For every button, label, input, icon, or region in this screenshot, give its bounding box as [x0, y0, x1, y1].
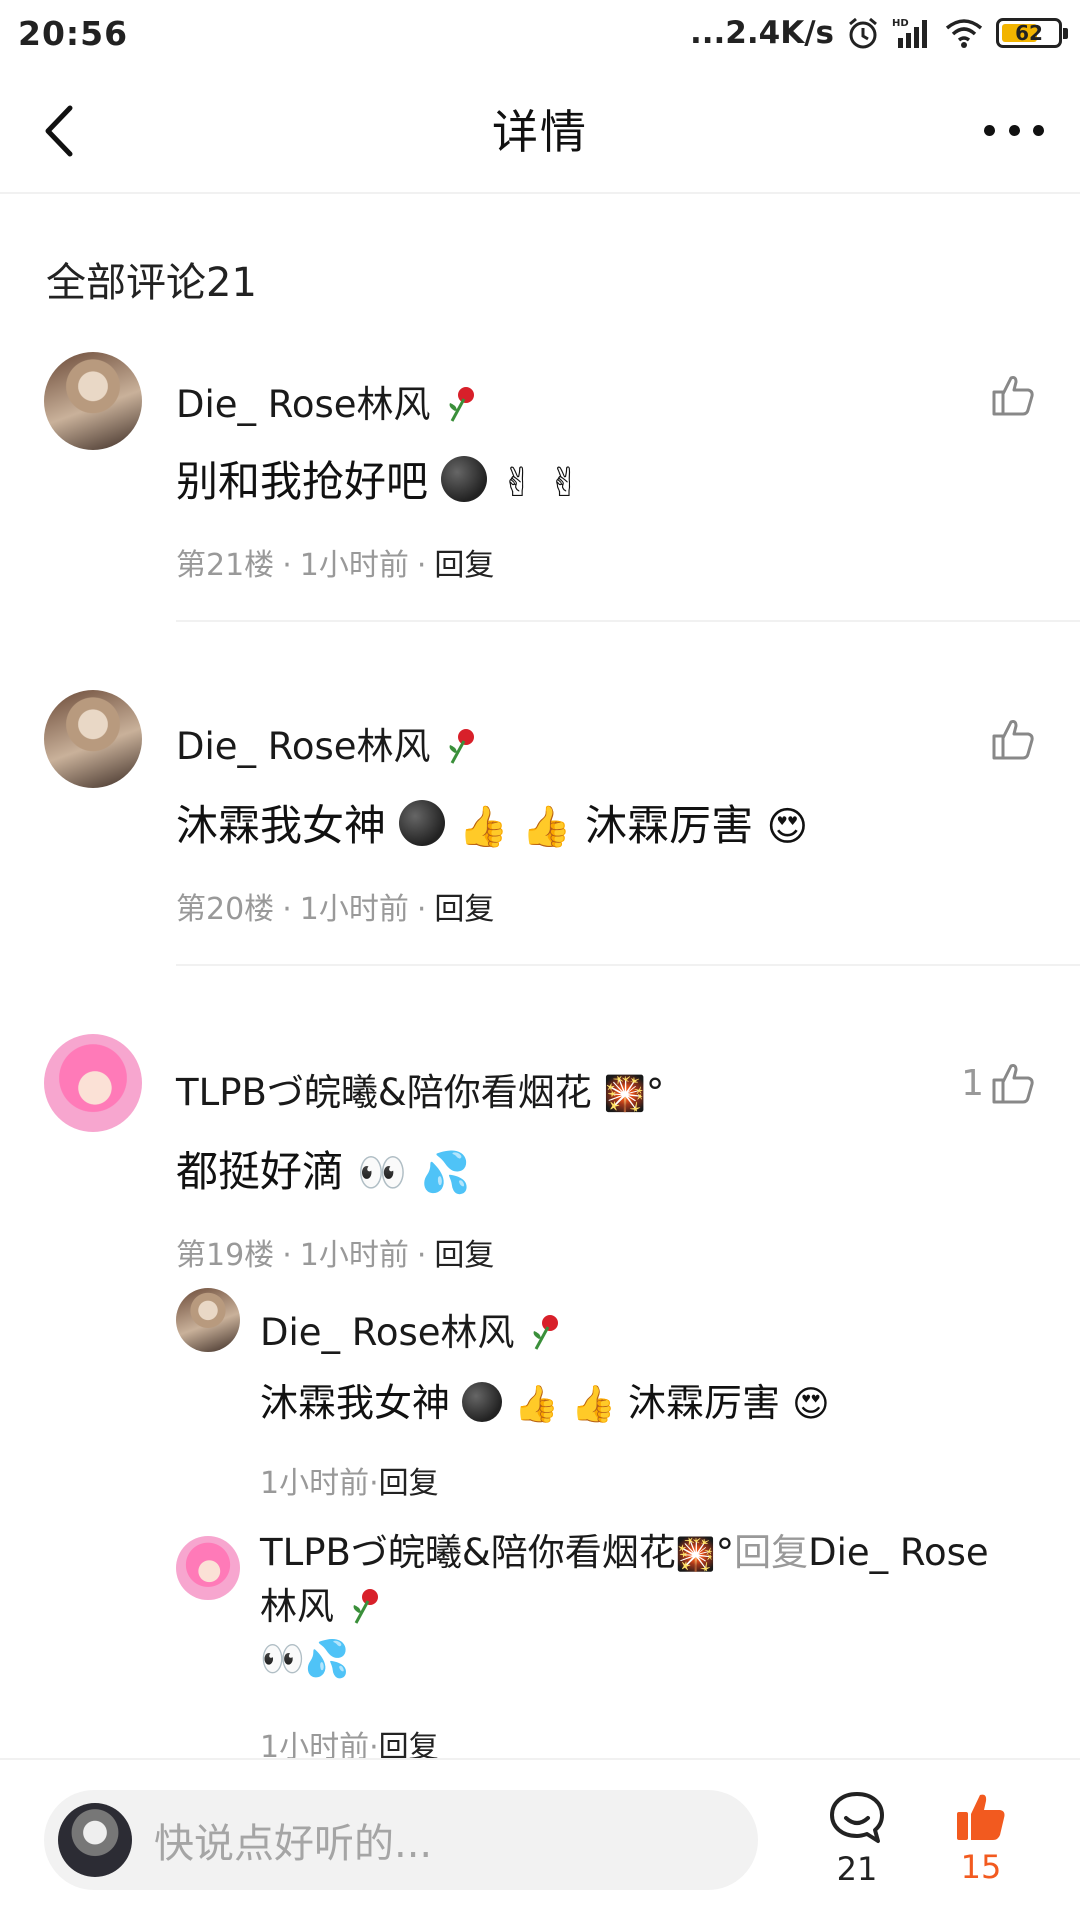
avatar[interactable]: [44, 352, 142, 450]
like-button[interactable]: 1: [961, 1060, 1036, 1106]
my-avatar: [58, 1803, 132, 1877]
status-bar: 20:56 ...2.4K/s HD 62: [0, 0, 1080, 66]
eyes-emoji-icon: 👀: [260, 1639, 305, 1680]
thumbs-up-emoji-icon: 👍: [458, 804, 509, 850]
likes-count: 15: [960, 1848, 1002, 1886]
thumbs-up-icon: [992, 1064, 1034, 1104]
reply-author-continued[interactable]: 林风: [260, 1576, 382, 1630]
sweat-droplets-emoji-icon: 💦: [304, 1639, 350, 1680]
status-icons: ...2.4K/s HD 62: [689, 15, 1068, 51]
nav-bar: 详情: [0, 66, 1080, 194]
sweat-droplets-emoji-icon: 💦: [420, 1150, 471, 1196]
comment-bubble-icon: [830, 1792, 884, 1843]
reply-text: 👀💦: [260, 1636, 350, 1680]
like-post-button[interactable]: 15: [946, 1790, 1016, 1886]
divider: [176, 964, 1080, 966]
alarm-icon: [849, 17, 877, 49]
battery-icon: 62: [996, 18, 1068, 48]
avatar[interactable]: [176, 1536, 240, 1600]
reply-button[interactable]: 回复: [434, 1238, 494, 1273]
eyes-emoji-icon: 👀: [357, 1150, 408, 1196]
reply-author[interactable]: Die_ Rose林风: [260, 1302, 562, 1356]
reply-target[interactable]: Die_ Rose: [808, 1531, 989, 1574]
thumbs-up-icon: [992, 376, 1034, 416]
comments-header: 全部评论21: [46, 260, 257, 306]
page-title: 详情: [492, 105, 588, 159]
fireworks-emoji-icon: 🎇: [603, 1074, 646, 1114]
comment-text: 沐霖我女神 👍 👍 沐霖厉害 😍: [176, 800, 809, 850]
like-count: 1: [961, 1062, 984, 1104]
dark-face-emoji-icon: [441, 456, 488, 502]
comments-count: 21: [836, 1850, 878, 1888]
reply-button[interactable]: 回复: [434, 548, 494, 583]
victory-hand-emoji-icon: ✌: [500, 460, 535, 506]
comments-button[interactable]: 21: [822, 1790, 892, 1888]
comment-meta: 第20楼 · 1小时前 · 回复: [176, 892, 495, 927]
rose-emoji-icon: [449, 729, 475, 764]
network-speed: ...2.4K/s: [689, 15, 834, 51]
comment-placeholder: 快说点好听的...: [154, 1821, 433, 1867]
reply-meta: 1小时前·回复: [260, 1466, 439, 1501]
thumbs-up-emoji-icon: 👍: [514, 1384, 560, 1425]
reply-button[interactable]: 回复: [434, 892, 494, 927]
thumbs-up-filled-icon: [957, 1794, 1005, 1840]
rose-emoji-icon: [533, 1315, 559, 1350]
reply-button[interactable]: 回复: [379, 1466, 439, 1501]
thumbs-up-emoji-icon: 👍: [571, 1384, 616, 1425]
rose-emoji-icon: [449, 387, 475, 422]
dark-face-emoji-icon: [399, 800, 446, 846]
signal-icon: HD: [892, 18, 927, 48]
comment-author[interactable]: Die_ Rose林风: [176, 374, 478, 428]
avatar[interactable]: [44, 1034, 142, 1132]
thumbs-up-icon: [992, 720, 1034, 760]
reply-author[interactable]: TLPBづ皖曦&陪你看烟花🎇°回复Die_ Rose: [260, 1522, 989, 1576]
battery-level: 62: [1015, 21, 1043, 45]
rose-emoji-icon: [353, 1589, 378, 1624]
comment-author[interactable]: TLPBづ皖曦&陪你看烟花 🎇°: [176, 1062, 664, 1116]
victory-hand-emoji-icon: ✌: [547, 460, 582, 506]
comment-text: 别和我抢好吧 ✌ ✌: [176, 456, 582, 506]
comment-author[interactable]: Die_ Rose林风: [176, 716, 478, 770]
back-arrow-icon[interactable]: [36, 104, 86, 158]
heart-eyes-emoji-icon: 😍: [792, 1384, 830, 1425]
divider: [176, 620, 1080, 622]
comment-meta: 第21楼 · 1小时前 · 回复: [176, 548, 495, 583]
thumbs-up-emoji-icon: 👍: [521, 804, 572, 850]
like-button[interactable]: [990, 372, 1036, 418]
status-time: 20:56: [18, 13, 129, 53]
avatar[interactable]: [44, 690, 142, 788]
svg-text:HD: HD: [892, 18, 909, 29]
dark-face-emoji-icon: [462, 1382, 503, 1422]
wifi-icon: [945, 19, 983, 48]
like-button[interactable]: [990, 716, 1036, 762]
heart-eyes-emoji-icon: 😍: [766, 804, 809, 850]
avatar[interactable]: [176, 1288, 240, 1352]
more-options-icon[interactable]: [984, 112, 1044, 148]
reply-text: 沐霖我女神 👍 👍 沐霖厉害 😍: [260, 1381, 830, 1425]
comment-meta: 第19楼 · 1小时前 · 回复: [176, 1238, 495, 1273]
comment-input[interactable]: 快说点好听的...: [44, 1790, 758, 1890]
fireworks-emoji-icon: 🎇: [675, 1535, 716, 1573]
bottom-bar: 快说点好听的... 21 15: [0, 1758, 1080, 1920]
comment-text: 都挺好滴 👀 💦: [176, 1147, 471, 1196]
